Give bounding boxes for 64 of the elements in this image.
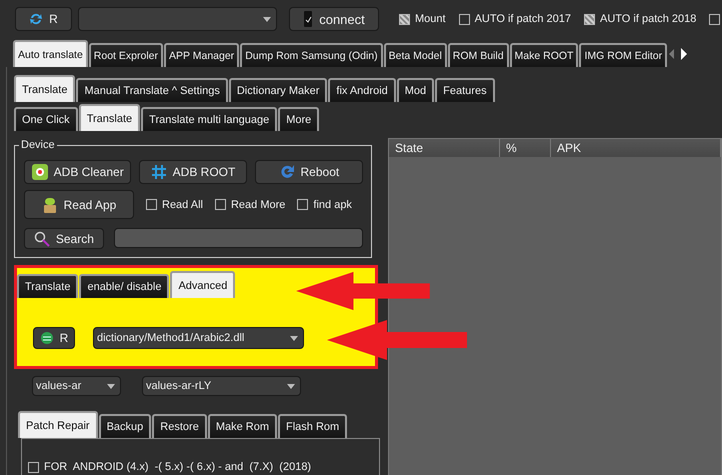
tab[interactable]: Translate	[78, 104, 140, 131]
tab[interactable]: Flash Rom	[278, 414, 348, 438]
dropdown[interactable]: dictionary/Method1/Arabic2.dll	[93, 327, 304, 349]
android-icon	[32, 164, 48, 180]
connect-button[interactable]: connect	[289, 7, 379, 31]
tab[interactable]: Beta Model	[384, 43, 447, 67]
reload-icon	[278, 164, 294, 180]
checkbox-option[interactable]: Read More	[214, 198, 286, 210]
tab[interactable]: ROM Build	[448, 43, 509, 67]
robot-icon	[42, 196, 58, 214]
tab[interactable]: Backup	[98, 414, 152, 438]
tab[interactable]: Restore	[152, 414, 207, 438]
tab[interactable]: Advanced	[170, 271, 236, 298]
search-icon	[34, 230, 50, 246]
refresh-icon	[29, 12, 44, 26]
tab[interactable]: Translate	[17, 274, 78, 298]
tab[interactable]: Patch Repair	[18, 411, 98, 438]
checkbox-option[interactable]: find apk	[297, 198, 352, 210]
checkbox-option[interactable]: AUTO if patch 2018	[584, 13, 696, 25]
read-app-button[interactable]: Read App	[24, 190, 134, 219]
button[interactable]: ADB Cleaner	[24, 160, 132, 184]
tab[interactable]: Root Exproler	[88, 43, 163, 67]
tab[interactable]: Features	[435, 78, 495, 102]
checkbox-option[interactable]: Mount	[399, 13, 446, 25]
column-header[interactable]: State	[389, 139, 500, 157]
caret-icon	[263, 16, 271, 22]
caret-icon	[290, 336, 298, 340]
tab[interactable]: IMG ROM Editor	[579, 43, 668, 67]
search-field[interactable]	[114, 228, 363, 248]
refresh-button[interactable]: R	[15, 7, 72, 31]
group-title: Device	[19, 139, 57, 151]
tab[interactable]: More	[278, 107, 320, 131]
tab[interactable]: APP Manager	[164, 43, 240, 67]
hash-icon	[150, 164, 167, 180]
checkbox-option[interactable]: AUTO if patch 2017	[458, 13, 571, 25]
checkbox-option[interactable]: Read All	[146, 198, 203, 210]
tab[interactable]: Dictionary Maker	[228, 78, 328, 102]
tab[interactable]: Mod	[396, 78, 434, 102]
button[interactable]: Reboot	[254, 160, 364, 184]
scroll-arrows-icon	[668, 47, 688, 61]
globe-icon	[40, 331, 54, 345]
tab[interactable]: fix Android	[328, 78, 396, 102]
tab[interactable]: Dump Rom Samsung (Odin)	[240, 43, 383, 67]
checkbox[interactable]	[709, 13, 720, 25]
tab[interactable]: Make ROOT	[510, 43, 578, 67]
tab[interactable]: enable/ disable	[79, 274, 170, 298]
caret-icon	[287, 384, 295, 388]
usb-drive-icon	[303, 11, 314, 27]
tab[interactable]: Make Rom	[208, 414, 278, 438]
button[interactable]: ADB ROOT	[139, 160, 247, 184]
search-button[interactable]: Search	[24, 228, 104, 249]
column-header[interactable]: APK	[551, 139, 721, 157]
column-header[interactable]: %	[500, 139, 551, 157]
dropdown[interactable]: values-ar-rLY	[142, 376, 301, 396]
tab[interactable]: Translate multi language	[141, 107, 278, 131]
dropdown[interactable]	[78, 7, 277, 31]
tab[interactable]: Manual Translate ^ Settings	[76, 78, 228, 102]
checkbox-option[interactable]: FOR ANDROID (4.x) -( 5.x) -( 6.x) - and (7.X) (2018)	[28, 461, 379, 473]
tab[interactable]: Auto translate	[13, 40, 88, 67]
caret-icon	[107, 384, 115, 388]
refresh-button[interactable]: R	[33, 327, 75, 349]
tab[interactable]: Translate	[14, 75, 76, 102]
dropdown[interactable]: values-ar	[32, 376, 121, 396]
tab[interactable]: One Click	[14, 107, 78, 131]
